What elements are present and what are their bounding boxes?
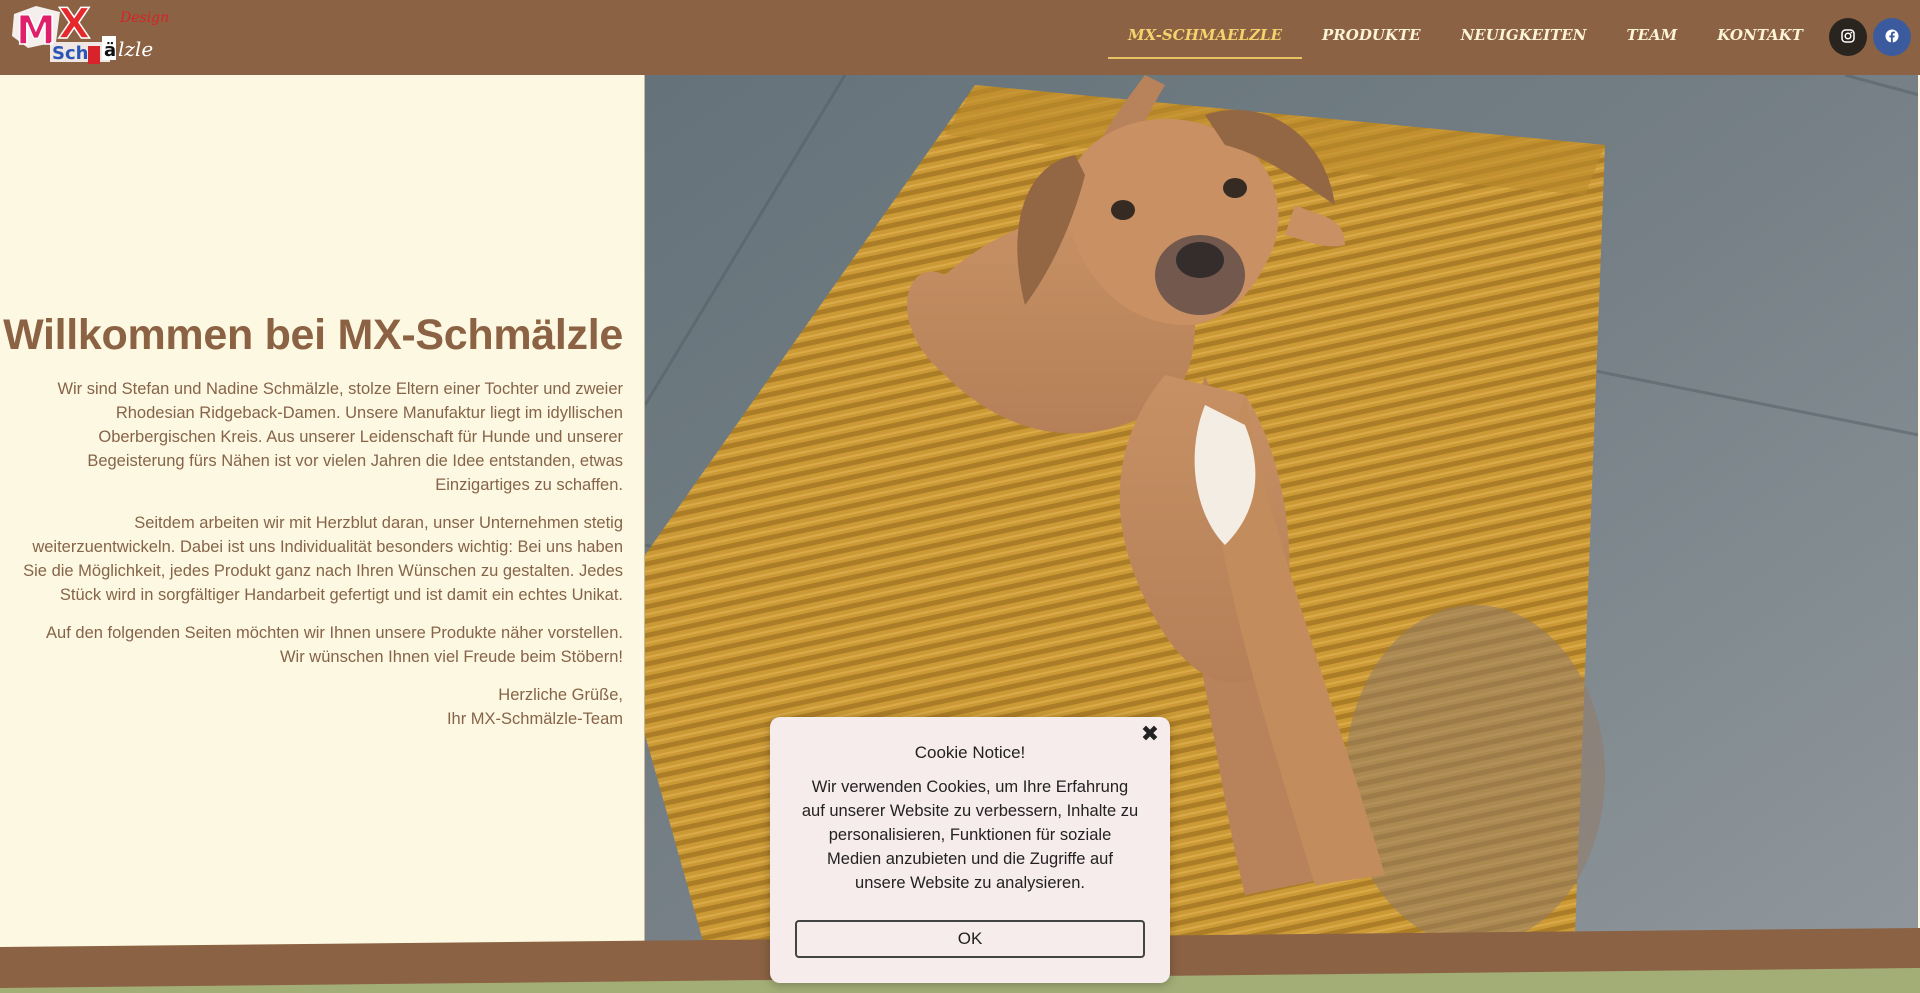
svg-text:Sch: Sch: [52, 43, 88, 64]
greeting: Herzliche Grüße, Ihr MX-Schmälzle-Team: [18, 683, 623, 731]
greeting-line: Herzliche Grüße,: [498, 686, 623, 704]
intro-text: Wir sind Stefan und Nadine Schmälzle, st…: [18, 377, 623, 745]
cookie-text: Wir verwenden Cookies, um Ihre Erfahrung…: [801, 778, 1139, 892]
nav-item-mx-schmaelzle[interactable]: MX-SCHMAELZLE: [1108, 15, 1303, 61]
svg-text:ä: ä: [104, 40, 116, 61]
cookie-title: Cookie Notice!: [914, 743, 1026, 762]
nav-item-team[interactable]: TEAM: [1606, 15, 1697, 61]
svg-text:lzle: lzle: [118, 37, 153, 61]
facebook-icon: [1885, 28, 1899, 47]
facebook-button[interactable]: [1873, 18, 1911, 56]
intro-paragraph: Seitdem arbeiten wir mit Herzblut daran,…: [23, 514, 623, 604]
intro-paragraph: Wir sind Stefan und Nadine Schmälzle, st…: [57, 380, 623, 494]
main-nav: MX-SCHMAELZLE PRODUKTE NEUIGKEITEN TEAM …: [1108, 0, 1823, 75]
close-icon[interactable]: ✖: [1138, 723, 1162, 747]
site-logo[interactable]: M X Sch ä lzle Design: [10, 0, 180, 70]
cookie-notice: ✖ Cookie Notice! Wir verwenden Cookies, …: [770, 717, 1170, 983]
nav-item-neuigkeiten[interactable]: NEUIGKEITEN: [1441, 15, 1607, 61]
site-header: M X Sch ä lzle Design MX-SCHMAELZLE PROD…: [0, 0, 1920, 75]
intro-paragraph: Auf den folgenden Seiten möchten wir Ihn…: [46, 624, 623, 666]
intro-section: Willkommen bei MX-Schmälzle Wir sind Ste…: [0, 75, 644, 948]
page-title: Willkommen bei MX-Schmälzle: [3, 311, 623, 359]
instagram-button[interactable]: [1829, 18, 1867, 56]
nav-item-kontakt[interactable]: KONTAKT: [1697, 15, 1823, 61]
instagram-icon: [1841, 28, 1855, 47]
svg-text:M: M: [16, 8, 56, 54]
svg-text:Design: Design: [119, 10, 169, 26]
nav-item-produkte[interactable]: PRODUKTE: [1302, 15, 1441, 61]
greeting-signature: Ihr MX-Schmälzle-Team: [446, 710, 623, 728]
svg-text:X: X: [58, 2, 90, 48]
cookie-ok-button[interactable]: OK: [795, 920, 1145, 958]
